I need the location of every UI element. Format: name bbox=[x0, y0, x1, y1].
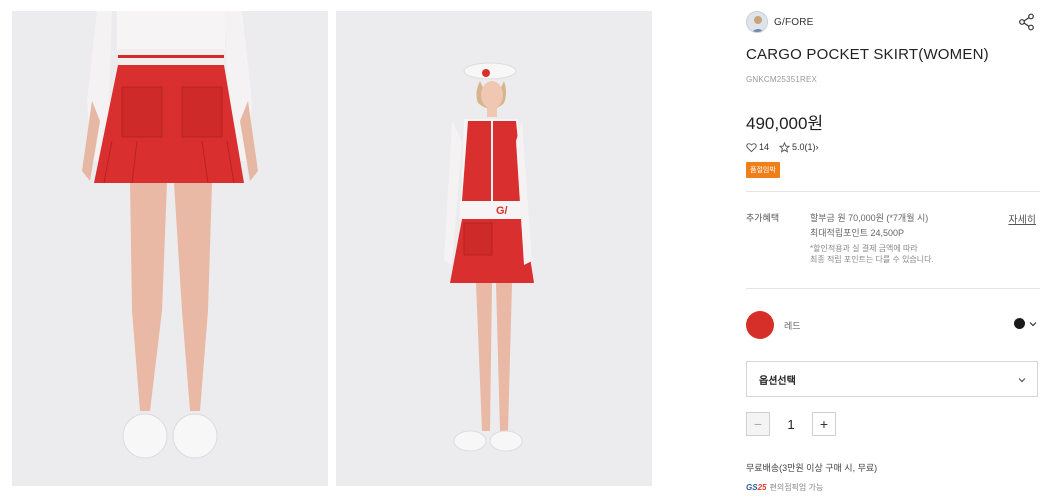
store-pickup-info: GS25 편의점픽업 가능 bbox=[746, 482, 823, 493]
review-count: (1) bbox=[804, 142, 816, 152]
installment-text: 할부금 원 70,000원 (*7개월 시) bbox=[810, 213, 929, 223]
rating-value: 5.0 bbox=[792, 142, 805, 152]
benefit-note-line-1: *할인적용과 실 결제 금액에 따라 bbox=[810, 244, 918, 253]
rating-arrow-icon: › bbox=[815, 142, 819, 152]
product-image-model[interactable]: G/ bbox=[336, 11, 652, 486]
benefit-note: *할인적용과 실 결제 금액에 따라 최종 적립 포인트는 다를 수 있습니다. bbox=[810, 243, 934, 265]
brand-name[interactable]: G/FORE bbox=[774, 17, 814, 28]
option-select-label: 옵션선택 bbox=[759, 375, 796, 387]
color-swatch-red[interactable] bbox=[746, 311, 774, 339]
like-count: 14 bbox=[759, 142, 770, 152]
color-name: 레드 bbox=[784, 321, 801, 331]
points-text: 최대적립포인트 24,500P bbox=[810, 228, 904, 238]
product-price: 490,000원 bbox=[746, 114, 824, 133]
product-code: GNKCM25351REX bbox=[746, 75, 818, 84]
benefit-label: 추가혜택 bbox=[746, 213, 780, 223]
brand-avatar-icon[interactable] bbox=[746, 11, 768, 33]
divider bbox=[746, 288, 1040, 289]
svg-text:G/: G/ bbox=[496, 205, 508, 217]
gs25-logo-icon: GS25 bbox=[746, 483, 766, 492]
product-meta: 14 5.0 (1) › bbox=[746, 140, 819, 154]
quantity-increase-button[interactable]: + bbox=[812, 412, 836, 436]
skirt-photo-illustration bbox=[12, 11, 328, 486]
chevron-down-icon bbox=[1018, 378, 1026, 383]
rating-link[interactable]: 5.0 (1) › bbox=[779, 141, 819, 153]
product-info-panel: G/FORE CARGO POCKET SKIRT(WOMEN) GNKCM25… bbox=[746, 0, 1040, 499]
status-badge: 품절임박 bbox=[746, 162, 780, 178]
quantity-value[interactable]: 1 bbox=[770, 417, 812, 432]
product-title: CARGO POCKET SKIRT(WOMEN) bbox=[746, 46, 989, 63]
quantity-stepper: − 1 + bbox=[746, 411, 836, 437]
product-image-skirt[interactable] bbox=[12, 11, 328, 486]
shipping-info: 무료배송(3만원 이상 구매 시, 무료) bbox=[746, 463, 878, 473]
gs25-logo-text: GS bbox=[746, 483, 758, 492]
benefit-note-line-2: 최종 적립 포인트는 다를 수 있습니다. bbox=[810, 255, 934, 264]
share-icon[interactable] bbox=[1018, 13, 1036, 31]
chevron-down-icon bbox=[1029, 321, 1037, 326]
model-photo-illustration: G/ bbox=[336, 11, 652, 486]
color-selector[interactable] bbox=[1014, 318, 1038, 329]
store-pickup-text: 편의점픽업 가능 bbox=[769, 483, 824, 492]
benefit-details: 할부금 원 70,000원 (*7개월 시) 최대적립포인트 24,500P bbox=[810, 211, 928, 241]
selected-color-dot bbox=[1014, 318, 1025, 329]
quantity-decrease-button[interactable]: − bbox=[746, 412, 770, 436]
benefit-detail-link[interactable]: 자세히 bbox=[1008, 211, 1036, 226]
star-icon bbox=[779, 141, 791, 153]
divider bbox=[746, 191, 1040, 192]
gs25-logo-number: 25 bbox=[757, 483, 767, 492]
heart-icon bbox=[746, 142, 757, 152]
like-button[interactable]: 14 bbox=[746, 142, 769, 153]
option-select[interactable]: 옵션선택 bbox=[746, 361, 1038, 397]
brand-row: G/FORE bbox=[746, 10, 1040, 34]
